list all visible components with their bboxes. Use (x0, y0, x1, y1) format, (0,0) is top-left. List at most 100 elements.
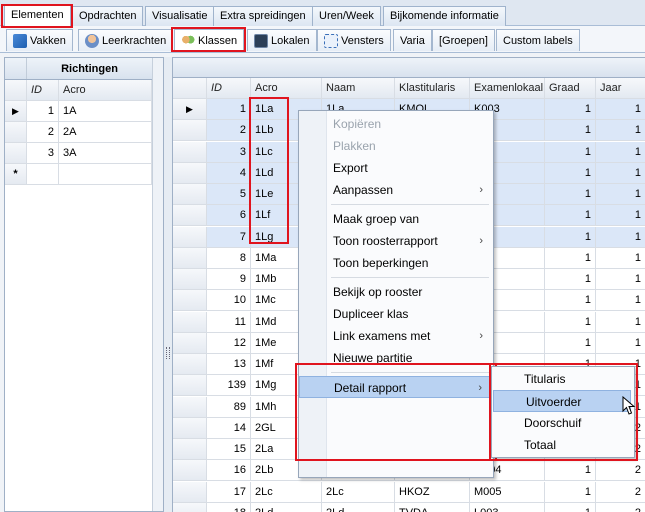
table-row[interactable]: 2 2A (5, 122, 152, 143)
tab-bijkomende-informatie[interactable]: Bijkomende informatie (383, 6, 506, 26)
cell-klastitularis[interactable]: HKOZ (395, 481, 470, 502)
column-header-id[interactable]: ID (207, 78, 251, 98)
cell-id[interactable]: 6 (207, 205, 251, 226)
column-header-acro[interactable]: Acro (59, 80, 152, 100)
cell-id[interactable] (27, 164, 59, 184)
tab-extra-spreidingen[interactable]: Extra spreidingen (213, 6, 313, 26)
cell-id[interactable]: 14 (207, 417, 251, 438)
column-header-graad[interactable]: Graad (545, 78, 596, 98)
tab-elementen[interactable]: Elementen (4, 5, 71, 27)
cell-acro[interactable]: 3A (59, 143, 152, 163)
cell-id[interactable]: 13 (207, 354, 251, 374)
table-row[interactable]: 3 3A (5, 143, 152, 164)
cell-jaar[interactable]: 1 (596, 184, 645, 204)
cell-graad[interactable]: 1 (545, 120, 596, 141)
cell-id[interactable]: 8 (207, 247, 251, 268)
cell-jaar[interactable]: 1 (596, 99, 645, 119)
cell-graad[interactable]: 1 (545, 269, 596, 289)
cell-graad[interactable]: 1 (545, 99, 596, 119)
cell-jaar[interactable]: 1 (596, 162, 645, 183)
tab-klassen[interactable]: Klassen (174, 29, 245, 51)
cell-acro[interactable] (59, 164, 152, 184)
cell-graad[interactable]: 1 (545, 311, 596, 332)
cell-acro[interactable]: 1A (59, 101, 152, 121)
cell-jaar[interactable]: 2 (596, 503, 645, 512)
new-row[interactable]: * (5, 164, 152, 185)
cell-id[interactable]: 15 (207, 439, 251, 459)
cell-id[interactable]: 139 (207, 375, 251, 396)
column-header-id[interactable]: ID (27, 80, 59, 100)
cell-id[interactable]: 10 (207, 290, 251, 311)
cell-id[interactable]: 12 (207, 332, 251, 353)
cell-acro[interactable]: 2A (59, 122, 152, 142)
menu-item-link-examens-met[interactable]: Link examens met › (299, 325, 493, 347)
table-row[interactable]: ▶ 1 1A (5, 101, 152, 122)
cell-id[interactable]: 5 (207, 184, 251, 204)
panel-splitter[interactable] (164, 57, 172, 512)
cell-jaar[interactable]: 1 (596, 269, 645, 289)
cell-id[interactable]: 3 (207, 141, 251, 162)
submenu-item-uitvoerder[interactable]: Uitvoerder (493, 390, 631, 412)
cell-graad[interactable]: 1 (545, 290, 596, 311)
menu-item-aanpassen[interactable]: Aanpassen › (299, 179, 493, 201)
cell-graad[interactable]: 1 (545, 502, 596, 512)
cell-graad[interactable]: 1 (545, 332, 596, 353)
cell-graad[interactable]: 1 (545, 460, 596, 481)
tab-leerkrachten[interactable]: Leerkrachten (78, 29, 174, 51)
menu-item-export[interactable]: Export (299, 157, 493, 179)
cell-id[interactable]: 2 (207, 120, 251, 141)
menu-item-nieuwe-partitie[interactable]: Nieuwe partitie (299, 347, 493, 369)
cell-id[interactable]: 3 (27, 143, 59, 163)
cell-naam[interactable]: 2Lc (322, 481, 395, 502)
cell-naam[interactable]: 2Ld (322, 502, 395, 512)
submenu-item-titularis[interactable]: Titularis (492, 368, 634, 390)
submenu-item-doorschuif[interactable]: Doorschuif (492, 412, 634, 434)
cell-id[interactable]: 9 (207, 269, 251, 289)
cell-examenlokaal[interactable]: L003 (470, 502, 545, 512)
cell-graad[interactable]: 1 (545, 247, 596, 268)
tab-uren-week[interactable]: Uren/Week (312, 6, 381, 26)
cell-graad[interactable]: 1 (545, 162, 596, 183)
cell-id[interactable]: 2 (27, 122, 59, 142)
menu-item-maak-groep-van[interactable]: Maak groep van (299, 208, 493, 230)
table-row[interactable]: 182Ld2LdTVDAL00312 (173, 502, 645, 512)
tab-opdrachten[interactable]: Opdrachten (72, 6, 144, 26)
cell-id[interactable]: 1 (207, 99, 251, 119)
menu-item-detail-rapport[interactable]: Detail rapport › (299, 376, 493, 398)
cell-jaar[interactable]: 2 (596, 460, 645, 480)
tab-groepen[interactable]: [Groepen] (432, 29, 495, 51)
tab-custom-labels[interactable]: Custom labels (496, 29, 580, 51)
cell-acro[interactable]: 2Ld (251, 502, 322, 512)
richtingen-scrollbar[interactable] (152, 58, 163, 511)
cell-graad[interactable]: 1 (545, 184, 596, 204)
cell-jaar[interactable]: 1 (596, 312, 645, 332)
cell-graad[interactable]: 1 (545, 226, 596, 247)
cell-jaar[interactable]: 1 (596, 248, 645, 268)
cell-examenlokaal[interactable]: M005 (470, 481, 545, 502)
cell-id[interactable]: 7 (207, 226, 251, 247)
column-header-examenlokaal[interactable]: Examenlokaal (470, 78, 545, 98)
tab-vakken[interactable]: Vakken (6, 29, 73, 51)
menu-item-dupliceer-klas[interactable]: Dupliceer klas (299, 303, 493, 325)
menu-item-bekijk-op-rooster[interactable]: Bekijk op rooster (299, 281, 493, 303)
cell-id[interactable]: 18 (207, 502, 251, 512)
column-header-jaar[interactable]: Jaar (596, 78, 645, 98)
cell-id[interactable]: 89 (207, 396, 251, 417)
cell-klastitularis[interactable]: TVDA (395, 502, 470, 512)
cell-graad[interactable]: 1 (545, 141, 596, 162)
cell-id[interactable]: 17 (207, 481, 251, 502)
column-header-acro[interactable]: Acro (251, 78, 322, 98)
cell-graad[interactable]: 1 (545, 205, 596, 226)
tab-lokalen[interactable]: Lokalen (247, 29, 317, 51)
cell-id[interactable]: 11 (207, 311, 251, 332)
cell-id[interactable]: 4 (207, 162, 251, 183)
cell-jaar[interactable]: 1 (596, 333, 645, 353)
cell-jaar[interactable]: 1 (596, 205, 645, 226)
table-row[interactable]: 17 2Lc 2Lc HKOZ M005 1 2 (173, 481, 645, 503)
column-header-klastitularis[interactable]: Klastitularis (395, 78, 470, 98)
tab-varia[interactable]: Varia (393, 29, 432, 51)
cell-jaar[interactable]: 2 (596, 482, 645, 502)
column-header-naam[interactable]: Naam (322, 78, 395, 98)
tab-vensters[interactable]: Vensters (317, 29, 391, 51)
cell-jaar[interactable]: 1 (596, 141, 645, 162)
